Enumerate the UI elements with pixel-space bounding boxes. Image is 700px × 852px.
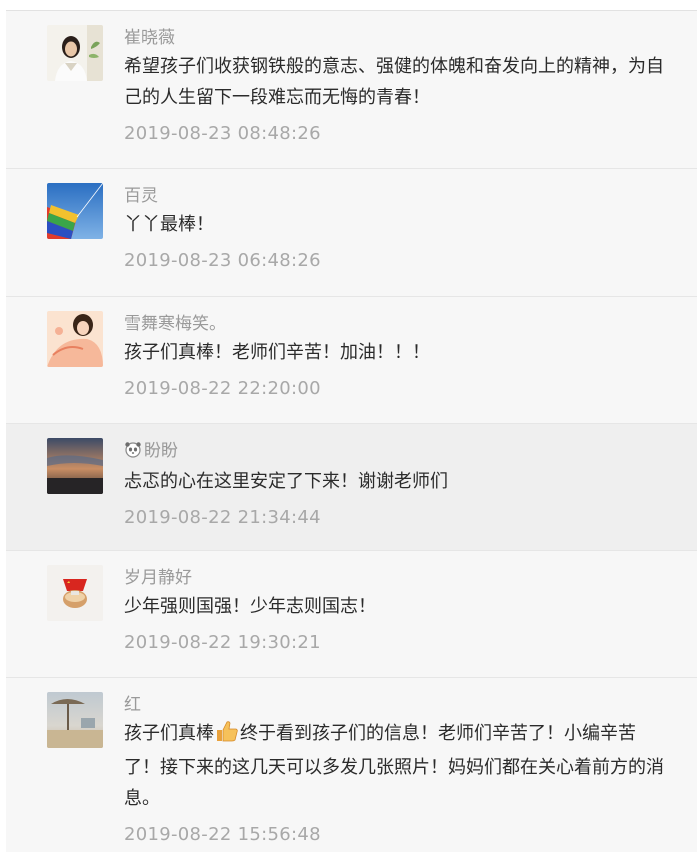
comment-time: 2019-08-22 21:34:44	[124, 507, 321, 528]
comment-nickname-text: 盼盼	[144, 441, 178, 461]
sunset-sky-avatar[interactable]	[47, 438, 103, 494]
comment-body: 雪舞寒梅笑。 孩子们真棒！老师们辛苦！加油！！！ 2019-08-22 22:2…	[124, 311, 664, 402]
comment-nickname[interactable]: 崔晓薇	[124, 25, 664, 51]
comment-item: 崔晓薇 希望孩子们收获钢铁般的意志、强健的体魄和奋发向上的精神，为自己的人生留下…	[6, 10, 697, 168]
illustrated-girl-avatar[interactable]	[47, 311, 103, 367]
comment-content-start: 孩子们真棒	[124, 723, 214, 744]
thumbs-up-icon	[215, 720, 239, 752]
woman-portrait-avatar[interactable]	[47, 25, 103, 81]
comment-content: 孩子们真棒！老师们辛苦！加油！！！	[124, 342, 430, 363]
red-flag-cup-avatar[interactable]	[47, 565, 103, 621]
comment-time: 2019-08-23 06:48:26	[124, 250, 321, 271]
comment-item: 岁月静好 少年强则国强！少年志则国志！ 2019-08-22 19:30:21	[6, 550, 697, 677]
comment-content: 忐忑的心在这里安定了下来！谢谢老师们	[124, 471, 448, 492]
comment-nickname[interactable]: 百灵	[124, 183, 664, 209]
comments-page: 崔晓薇 希望孩子们收获钢铁般的意志、强健的体魄和奋发向上的精神，为自己的人生留下…	[0, 0, 700, 852]
comment-nickname[interactable]: 岁月静好	[124, 565, 664, 591]
comment-nickname[interactable]: 盼盼	[124, 438, 664, 466]
comment-time: 2019-08-23 08:48:26	[124, 123, 321, 144]
comment-time: 2019-08-22 19:30:21	[124, 632, 321, 653]
comment-item: 雪舞寒梅笑。 孩子们真棒！老师们辛苦！加油！！！ 2019-08-22 22:2…	[6, 296, 697, 423]
comment-content: 丫丫最棒！	[124, 214, 214, 235]
comment-content: 少年强则国强！少年志则国志！	[124, 596, 376, 617]
comment-content: 孩子们真棒 终于看到孩子们的信息！老师们辛苦了！小编辛苦了！接下来的这几天可以多发…	[124, 718, 664, 814]
top-frame	[0, 0, 700, 10]
comment-item: 百灵 丫丫最棒！ 2019-08-23 06:48:26	[6, 168, 697, 296]
comment-item: 盼盼 忐忑的心在这里安定了下来！谢谢老师们 2019-08-22 21:34:4…	[6, 423, 697, 550]
comment-body: 盼盼 忐忑的心在这里安定了下来！谢谢老师们 2019-08-22 21:34:4…	[124, 438, 664, 531]
comment-time: 2019-08-22 22:20:00	[124, 378, 321, 399]
comment-list: 崔晓薇 希望孩子们收获钢铁般的意志、强健的体魄和奋发向上的精神，为自己的人生留下…	[6, 10, 697, 852]
comment-nickname[interactable]: 红	[124, 692, 664, 718]
comment-body: 崔晓薇 希望孩子们收获钢铁般的意志、强健的体魄和奋发向上的精神，为自己的人生留下…	[124, 25, 664, 147]
rainbow-kite-avatar[interactable]	[47, 183, 103, 239]
comment-body: 百灵 丫丫最棒！ 2019-08-23 06:48:26	[124, 183, 664, 274]
comment-time: 2019-08-22 15:56:48	[124, 824, 321, 845]
comment-nickname[interactable]: 雪舞寒梅笑。	[124, 311, 664, 337]
comment-item: 红 孩子们真棒 终于看到孩子们的信息！老师们辛苦了！小编辛苦了！接下来的这几天可以…	[6, 677, 697, 852]
comment-content: 希望孩子们收获钢铁般的意志、强健的体魄和奋发向上的精神，为自己的人生留下一段难忘…	[124, 56, 664, 108]
panda-icon	[124, 440, 142, 466]
beach-umbrella-avatar[interactable]	[47, 692, 103, 748]
comment-body: 红 孩子们真棒 终于看到孩子们的信息！老师们辛苦了！小编辛苦了！接下来的这几天可以…	[124, 692, 664, 848]
comment-body: 岁月静好 少年强则国强！少年志则国志！ 2019-08-22 19:30:21	[124, 565, 664, 656]
